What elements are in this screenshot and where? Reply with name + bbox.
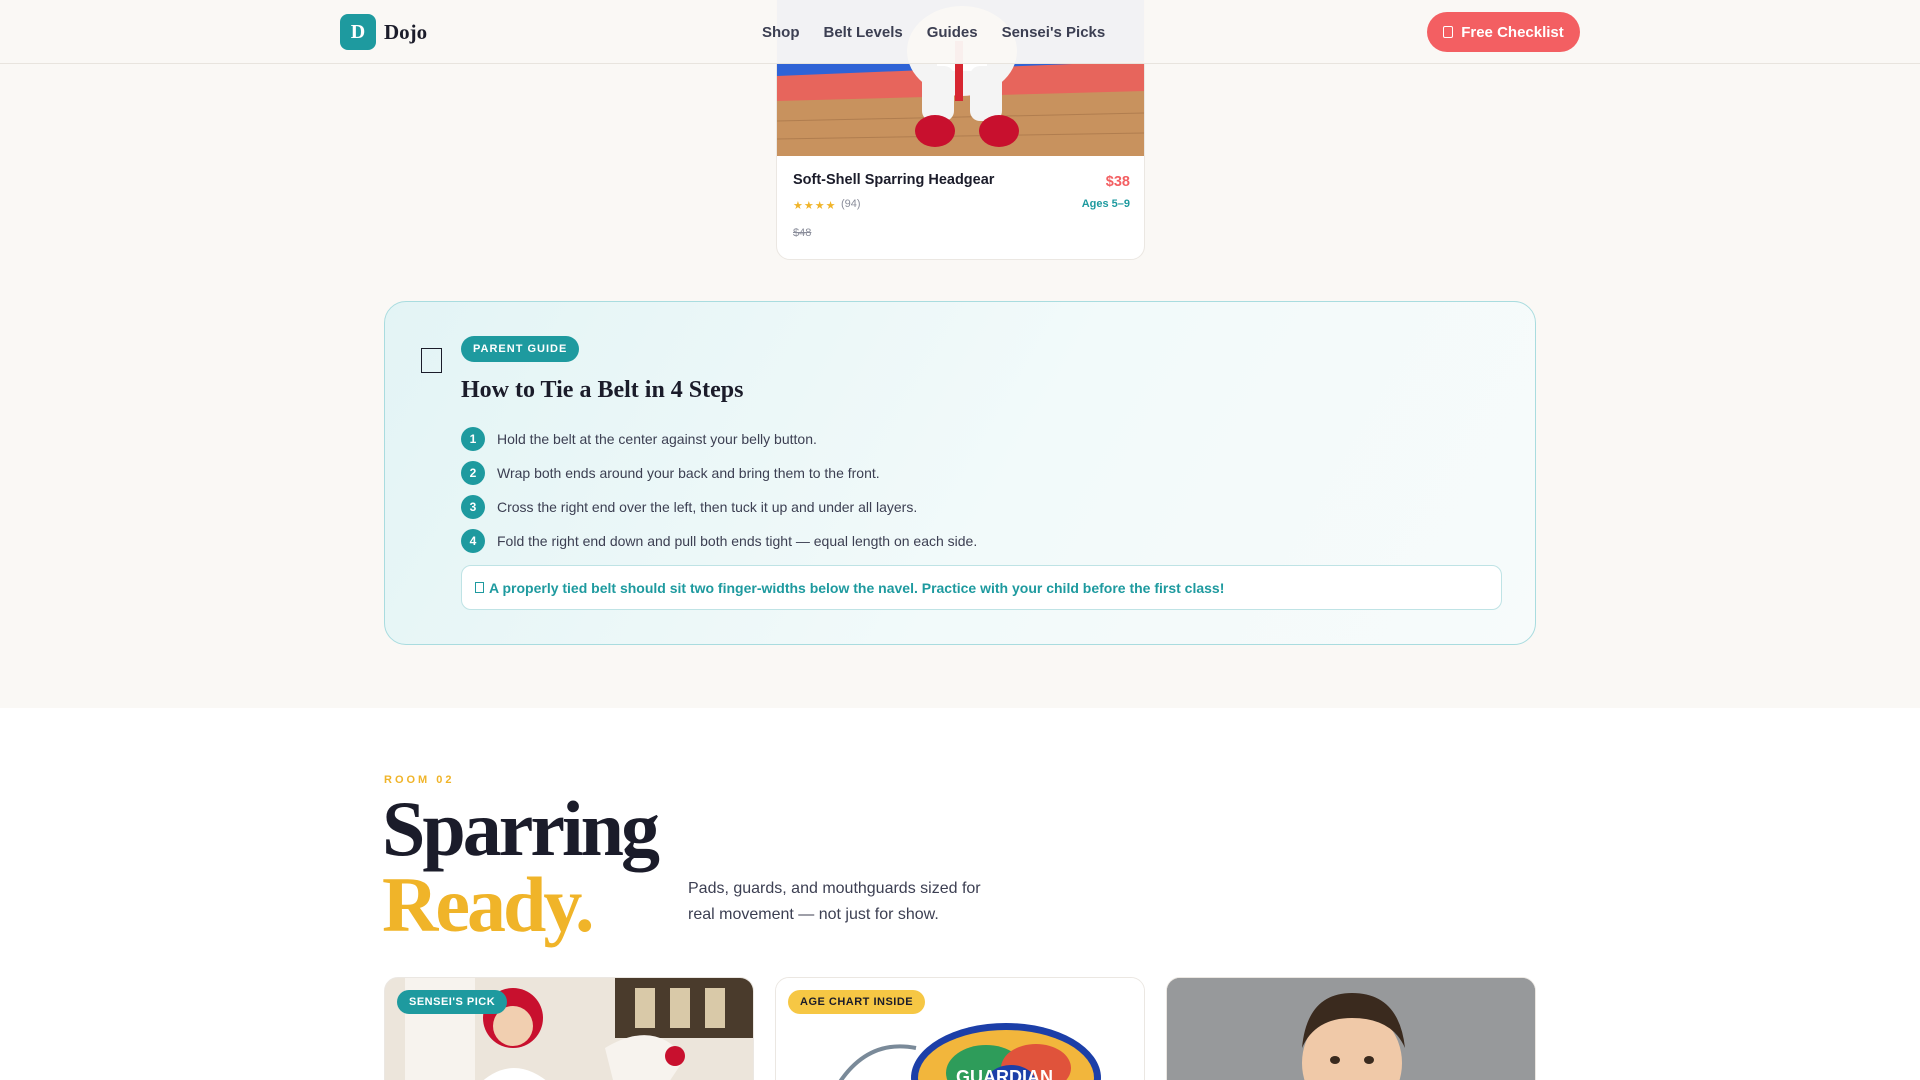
tip-text: A properly tied belt should sit two fing… [489, 579, 1225, 596]
rating-count: (94) [841, 198, 861, 210]
section-title-line2: Ready. [382, 861, 595, 948]
step-item: 2 Wrap both ends around your back and br… [461, 456, 977, 490]
site-header: D Dojo Shop Belt Levels Guides Sensei's … [0, 0, 1920, 64]
free-checklist-label: Free Checklist [1461, 23, 1564, 41]
nav-guides[interactable]: Guides [927, 24, 978, 41]
logo-text: Dojo [384, 19, 428, 44]
guide-steps: 1 Hold the belt at the center against yo… [461, 422, 977, 558]
product-price: $38 [1105, 174, 1130, 190]
age-chart-badge: AGE CHART INSIDE [788, 990, 926, 1014]
guide-title: How to Tie a Belt in 4 Steps [461, 377, 744, 403]
guardian-text: GUARDIAN [956, 1067, 1053, 1080]
logo[interactable]: D Dojo [340, 14, 427, 50]
age-range: Ages 5–9 [1081, 198, 1130, 210]
guide-tip: A properly tied belt should sit two fing… [461, 565, 1502, 610]
product-info: Soft-Shell Sparring Headgear $38 ★★★★ (9… [777, 156, 1144, 259]
product-card-2[interactable]: AGE CHART INSIDE GUARDIAN [775, 977, 1145, 1080]
nav-shop[interactable]: Shop [762, 24, 800, 41]
product-card-1[interactable]: SENSEI'S PICK [384, 977, 754, 1080]
nav-senseis-picks[interactable]: Sensei's Picks [1002, 24, 1106, 41]
tip-icon [475, 582, 484, 593]
step-item: 3 Cross the right end over the left, the… [461, 490, 977, 524]
step-number: 4 [461, 529, 485, 553]
sparring-section: ROOM 02 Sparring Ready. Pads, guards, an… [0, 708, 1920, 1080]
checklist-icon [1443, 26, 1454, 38]
main-nav: Shop Belt Levels Guides Sensei's Picks [762, 0, 1105, 64]
step-item: 1 Hold the belt at the center against yo… [461, 422, 977, 456]
senseis-pick-badge: SENSEI'S PICK [397, 990, 508, 1014]
original-price: $48 [793, 227, 812, 239]
section-title-line1: Sparring [382, 785, 660, 872]
card-3-photo [1167, 978, 1535, 1080]
step-text: Wrap both ends around your back and brin… [497, 465, 880, 481]
logo-badge: D [340, 14, 376, 50]
nav-belt-levels[interactable]: Belt Levels [824, 24, 903, 41]
step-number: 2 [461, 461, 485, 485]
product-grid: SENSEI'S PICK AGE CHART INSIDE GUARDIAN [384, 977, 1536, 1080]
step-text: Fold the right end down and pull both en… [497, 533, 978, 549]
bookmark-icon [421, 348, 442, 373]
step-number: 1 [461, 427, 485, 451]
step-item: 4 Fold the right end down and pull both … [461, 524, 977, 558]
product-card-3[interactable] [1166, 977, 1536, 1080]
rating-stars: ★★★★ [793, 200, 837, 212]
step-text: Hold the belt at the center against your… [497, 431, 817, 447]
parent-guide-badge: PARENT GUIDE [461, 336, 580, 362]
step-number: 3 [461, 495, 485, 519]
free-checklist-button[interactable]: Free Checklist [1427, 12, 1580, 52]
belt-guide-card: PARENT GUIDE How to Tie a Belt in 4 Step… [384, 301, 1536, 645]
step-text: Cross the right end over the left, then … [497, 499, 918, 515]
product-name[interactable]: Soft-Shell Sparring Headgear [793, 172, 994, 188]
section-description: Pads, guards, and mouthguards sized for … [688, 880, 981, 923]
